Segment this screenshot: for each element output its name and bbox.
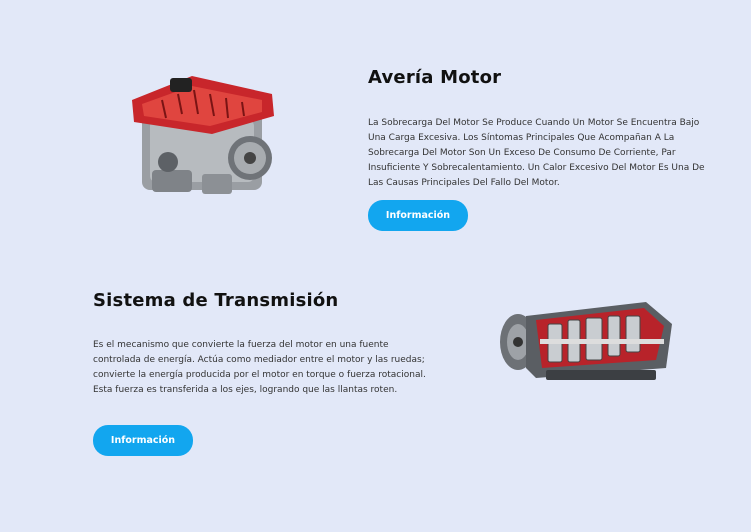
transmission-info-button[interactable]: Información (93, 425, 193, 456)
engine-failure-title: Avería Motor (368, 67, 502, 88)
transmission-title: Sistema de Transmisión (93, 290, 339, 311)
transmission-image (496, 294, 674, 384)
engine-info-button[interactable]: Información (368, 200, 468, 231)
engine-image (122, 70, 290, 210)
transmission-description: Es el mecanismo que convierte la fuerza … (93, 340, 426, 395)
engine-failure-description: La Sobrecarga Del Motor Se Produce Cuand… (368, 118, 705, 188)
